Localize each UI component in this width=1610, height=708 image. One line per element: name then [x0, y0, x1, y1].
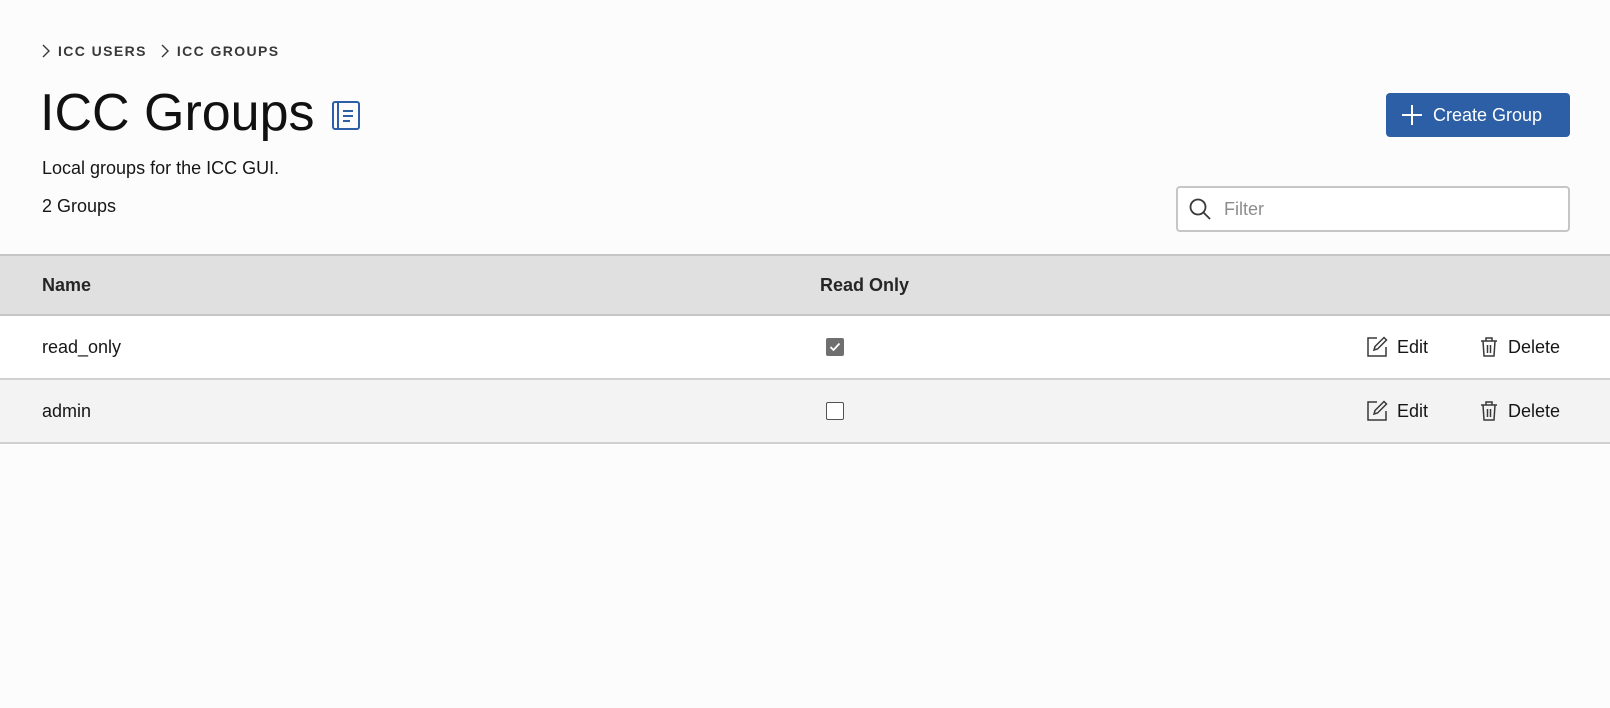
edit-label: Edit: [1397, 336, 1429, 357]
delete-label: Delete: [1508, 400, 1561, 421]
table-row: admin Edit Delete: [0, 380, 1610, 444]
read-only-checkbox[interactable]: [826, 402, 844, 420]
breadcrumb-item-icc-groups[interactable]: ICC GROUPS: [161, 43, 280, 59]
breadcrumb-label: ICC USERS: [58, 43, 147, 59]
read-only-checkbox[interactable]: [826, 338, 844, 356]
page-description: Local groups for the ICC GUI.: [42, 158, 280, 178]
delete-button[interactable]: Delete: [1479, 380, 1560, 442]
trash-icon: [1481, 401, 1497, 421]
group-count: 2 Groups: [42, 196, 117, 216]
column-header-name[interactable]: Name: [42, 256, 91, 314]
filter-input[interactable]: [1222, 197, 1546, 221]
edit-icon: [1367, 400, 1388, 421]
edit-button[interactable]: Edit: [1366, 316, 1428, 378]
chevron-right-icon: [161, 44, 169, 58]
page-header: ICC Groups: [40, 80, 361, 146]
filter-field[interactable]: [1176, 186, 1570, 232]
plus-icon: [1402, 105, 1422, 125]
edit-icon: [1367, 336, 1388, 357]
search-icon: [1188, 197, 1212, 221]
create-group-label: Create Group: [1433, 104, 1543, 125]
breadcrumb: ICC USERS ICC GROUPS: [42, 41, 294, 61]
edit-label: Edit: [1397, 400, 1429, 421]
delete-button[interactable]: Delete: [1479, 316, 1560, 378]
edit-button[interactable]: Edit: [1366, 380, 1428, 442]
checkmark-icon: [829, 342, 841, 352]
delete-label: Delete: [1508, 336, 1561, 357]
table-header: Name Read Only: [0, 254, 1610, 316]
trash-icon: [1481, 337, 1497, 357]
column-header-read-only[interactable]: Read Only: [820, 256, 909, 314]
group-name: read_only: [42, 337, 122, 357]
book-icon[interactable]: [331, 100, 361, 132]
group-name: admin: [42, 401, 92, 421]
groups-table: Name Read Only read_only Edit Delete adm…: [0, 254, 1610, 444]
create-group-button[interactable]: Create Group: [1386, 93, 1570, 137]
breadcrumb-item-icc-users[interactable]: ICC USERS: [42, 43, 147, 59]
table-row: read_only Edit Delete: [0, 316, 1610, 380]
page-title: ICC Groups: [40, 84, 315, 142]
breadcrumb-label: ICC GROUPS: [176, 43, 280, 59]
chevron-right-icon: [42, 44, 50, 58]
